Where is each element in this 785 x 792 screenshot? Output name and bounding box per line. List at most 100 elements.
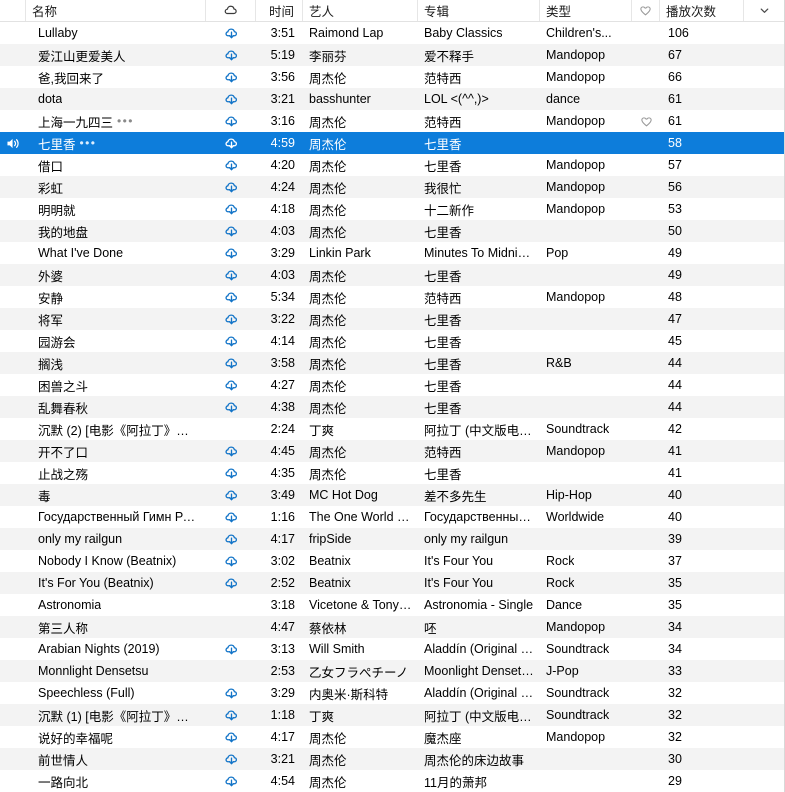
cell-album[interactable]: 七里香 — [418, 352, 540, 374]
cell-track-name[interactable]: 园游会 — [26, 330, 206, 352]
cell-genre[interactable]: Soundtrack — [540, 638, 632, 660]
cell-artist[interactable]: Beatnix — [303, 550, 418, 572]
table-row[interactable]: 借口 4:20 周杰伦 七里香 Mandopop 57 — [0, 154, 784, 176]
cell-album[interactable]: Astronomia - Single — [418, 594, 540, 616]
header-cell-cloud[interactable] — [206, 0, 256, 21]
table-row[interactable]: 七里香 ••• 4:59 周杰伦 七里香 58 — [0, 132, 784, 154]
cell-artist[interactable]: 周杰伦 — [303, 176, 418, 198]
cell-artist[interactable]: 周杰伦 — [303, 748, 418, 770]
cell-cloud-status[interactable] — [206, 330, 256, 352]
cell-track-name[interactable]: 前世情人 — [26, 748, 206, 770]
cell-cloud-status[interactable] — [206, 66, 256, 88]
cell-cloud-status[interactable] — [206, 22, 256, 44]
cell-genre[interactable]: Mandopop — [540, 176, 632, 198]
cell-album[interactable]: 七里香 — [418, 132, 540, 154]
table-row[interactable]: 说好的幸福呢 4:17 周杰伦 魔杰座 Mandopop 32 — [0, 726, 784, 748]
cloud-download-icon[interactable] — [224, 26, 239, 41]
cell-artist[interactable]: 李丽芬 — [303, 44, 418, 66]
cell-genre[interactable] — [540, 264, 632, 286]
cell-love[interactable] — [632, 88, 660, 110]
cell-love[interactable] — [632, 330, 660, 352]
cell-album[interactable]: Aladdín (Original M... — [418, 638, 540, 660]
cell-cloud-status[interactable] — [206, 704, 256, 726]
cell-cloud-status[interactable] — [206, 506, 256, 528]
cell-album[interactable]: 范特西 — [418, 66, 540, 88]
cloud-download-icon[interactable] — [224, 334, 239, 349]
cell-artist[interactable]: 周杰伦 — [303, 220, 418, 242]
cell-love[interactable] — [632, 418, 660, 440]
cell-cloud-status[interactable] — [206, 660, 256, 682]
cell-album[interactable]: 我很忙 — [418, 176, 540, 198]
table-row[interactable]: Государственный Гимн Российск... 1:16 The … — [0, 506, 784, 528]
cell-love[interactable] — [632, 396, 660, 418]
heart-icon[interactable] — [640, 115, 653, 128]
cell-album[interactable]: 阿拉丁 (中文版电影... — [418, 418, 540, 440]
cloud-download-icon[interactable] — [224, 202, 239, 217]
cell-track-name[interactable]: 爱江山更爱美人 — [26, 44, 206, 66]
cell-track-name[interactable]: 借口 — [26, 154, 206, 176]
table-row[interactable]: 沉默 (1) [电影《阿拉丁》插曲] 1:18 丁爽 阿拉丁 (中文版电影... Sou… — [0, 704, 784, 726]
cell-artist[interactable]: 周杰伦 — [303, 66, 418, 88]
cell-love[interactable] — [632, 308, 660, 330]
cell-artist[interactable]: 乙女フラぺチーノ — [303, 660, 418, 682]
cell-artist[interactable]: 周杰伦 — [303, 286, 418, 308]
table-row[interactable]: 毒 3:49 MC Hot Dog 差不多先生 Hip-Hop 40 — [0, 484, 784, 506]
cell-cloud-status[interactable] — [206, 418, 256, 440]
cell-artist[interactable]: Beatnix — [303, 572, 418, 594]
cell-track-name[interactable]: 困兽之斗 — [26, 374, 206, 396]
cell-cloud-status[interactable] — [206, 550, 256, 572]
cell-album[interactable]: 七里香 — [418, 264, 540, 286]
cell-genre[interactable]: Dance — [540, 594, 632, 616]
cloud-download-icon[interactable] — [224, 532, 239, 547]
cell-love[interactable] — [632, 704, 660, 726]
cell-genre[interactable] — [540, 396, 632, 418]
cell-track-name[interactable]: Speechless (Full) — [26, 682, 206, 704]
cell-track-name[interactable]: 乱舞春秋 — [26, 396, 206, 418]
cell-cloud-status[interactable] — [206, 726, 256, 748]
cell-love[interactable] — [632, 374, 660, 396]
cell-album[interactable]: only my railgun — [418, 528, 540, 550]
cloud-download-icon[interactable] — [224, 136, 239, 151]
table-row[interactable]: Nobody I Know (Beatnix) 3:02 Beatnix It's F… — [0, 550, 784, 572]
cell-artist[interactable]: 内奥米·斯科特 — [303, 682, 418, 704]
cloud-download-icon[interactable] — [224, 356, 239, 371]
table-row[interactable]: 乱舞春秋 4:38 周杰伦 七里香 44 — [0, 396, 784, 418]
cell-album[interactable]: 爱不释手 — [418, 44, 540, 66]
cell-cloud-status[interactable] — [206, 242, 256, 264]
cell-genre[interactable]: Mandopop — [540, 286, 632, 308]
header-cell-options[interactable] — [744, 0, 784, 21]
table-row[interactable]: 我的地盘 4:03 周杰伦 七里香 50 — [0, 220, 784, 242]
cell-cloud-status[interactable] — [206, 528, 256, 550]
table-row[interactable]: 爸,我回来了 3:56 周杰伦 范特西 Mandopop 66 — [0, 66, 784, 88]
cell-artist[interactable]: 周杰伦 — [303, 352, 418, 374]
cell-genre[interactable]: Mandopop — [540, 726, 632, 748]
table-row[interactable]: 上海一九四三 ••• 3:16 周杰伦 范特西 Mandopop 61 — [0, 110, 784, 132]
cell-cloud-status[interactable] — [206, 440, 256, 462]
cell-album[interactable]: 差不多先生 — [418, 484, 540, 506]
cell-artist[interactable]: 周杰伦 — [303, 462, 418, 484]
cloud-download-icon[interactable] — [224, 576, 239, 591]
cell-love[interactable] — [632, 660, 660, 682]
cell-artist[interactable]: 周杰伦 — [303, 308, 418, 330]
cloud-download-icon[interactable] — [224, 752, 239, 767]
cell-genre[interactable]: Mandopop — [540, 110, 632, 132]
cloud-download-icon[interactable] — [224, 290, 239, 305]
cell-genre[interactable] — [540, 770, 632, 792]
header-cell-name[interactable]: 名称 — [26, 0, 206, 21]
table-row[interactable]: 开不了口 4:45 周杰伦 范特西 Mandopop 41 — [0, 440, 784, 462]
cell-cloud-status[interactable] — [206, 594, 256, 616]
cell-genre[interactable]: J-Pop — [540, 660, 632, 682]
cloud-download-icon[interactable] — [224, 554, 239, 569]
cell-cloud-status[interactable] — [206, 374, 256, 396]
cell-track-name[interactable]: 搁浅 — [26, 352, 206, 374]
cell-album[interactable]: Moonlight Densets... — [418, 660, 540, 682]
cell-artist[interactable]: 周杰伦 — [303, 132, 418, 154]
cell-artist[interactable]: 丁爽 — [303, 704, 418, 726]
cell-album[interactable]: 七里香 — [418, 396, 540, 418]
cell-artist[interactable]: 丁爽 — [303, 418, 418, 440]
cell-album[interactable]: 七里香 — [418, 462, 540, 484]
cell-track-name[interactable]: 说好的幸福呢 — [26, 726, 206, 748]
cell-artist[interactable]: 周杰伦 — [303, 440, 418, 462]
cloud-download-icon[interactable] — [224, 708, 239, 723]
cell-genre[interactable]: Mandopop — [540, 616, 632, 638]
